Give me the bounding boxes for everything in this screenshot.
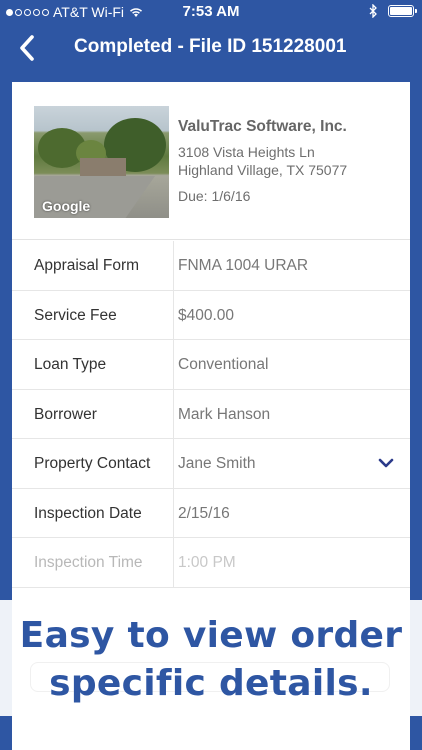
detail-value: FNMA 1004 URAR [178,257,309,274]
detail-value: 1:00 PM [178,554,236,571]
detail-value: Jane Smith [178,455,256,472]
address-line-2: Highland Village, TX 75077 [178,162,348,178]
detail-label: Borrower [34,405,97,423]
battery-icon [388,5,417,17]
detail-row-inspection-date: Inspection Date 2/15/16 [12,488,410,538]
status-right [369,4,417,18]
page-title: Completed - File ID 151228001 [74,36,347,57]
detail-label: Loan Type [34,356,107,373]
detail-label: Inspection Date [34,504,142,522]
promo-line-2: specific details. [49,663,373,704]
back-button[interactable] [10,30,44,66]
status-bar: AT&T Wi-Fi 7:53 AM [0,0,422,24]
column-divider [173,290,174,339]
column-divider [173,538,174,587]
detail-value: $400.00 [178,306,235,324]
company-name: ValuTrac Software, Inc. [178,118,347,135]
chevron-left-icon [20,35,34,61]
detail-label: Property Contact [34,455,151,472]
details-list: Appraisal Form FNMA 1004 URAR Service Fe… [12,241,410,588]
status-time: 7:53 AM [182,3,240,20]
detail-label: Service Fee [34,306,117,324]
detail-row-service-fee: Service Fee $400.00 [12,290,410,340]
column-divider [173,241,174,290]
detail-label: Inspection Time [34,554,143,571]
column-divider [173,439,174,488]
detail-row-inspection-time: Inspection Time 1:00 PM [12,538,410,588]
column-divider [173,340,174,389]
chevron-down-icon[interactable] [378,456,394,470]
detail-value: Conventional [178,356,269,373]
detail-row-borrower: Borrower Mark Hanson [12,389,410,439]
address-line-1: 3108 Vista Heights Ln [178,144,315,160]
detail-row-property-contact[interactable]: Property Contact Jane Smith [12,439,410,489]
detail-value: 2/15/16 [178,504,230,522]
nav-bar: Completed - File ID 151228001 [0,24,422,72]
column-divider [173,488,174,537]
promo-caption: Easy to view order specific details. [0,612,422,708]
bluetooth-icon [369,4,377,18]
detail-value: Mark Hanson [178,405,271,423]
column-divider [173,389,174,438]
detail-label: Appraisal Form [34,257,140,274]
due-date: Due: 1/6/16 [178,188,251,204]
order-header: Google ValuTrac Software, Inc. 3108 Vist… [12,82,410,240]
property-photo[interactable]: Google [34,106,169,218]
bottom-strip [0,716,422,750]
google-watermark: Google [42,198,91,214]
promo-line-1: Easy to view order [19,615,403,656]
detail-row-loan-type: Loan Type Conventional [12,340,410,390]
detail-row-appraisal-form: Appraisal Form FNMA 1004 URAR [12,241,410,291]
